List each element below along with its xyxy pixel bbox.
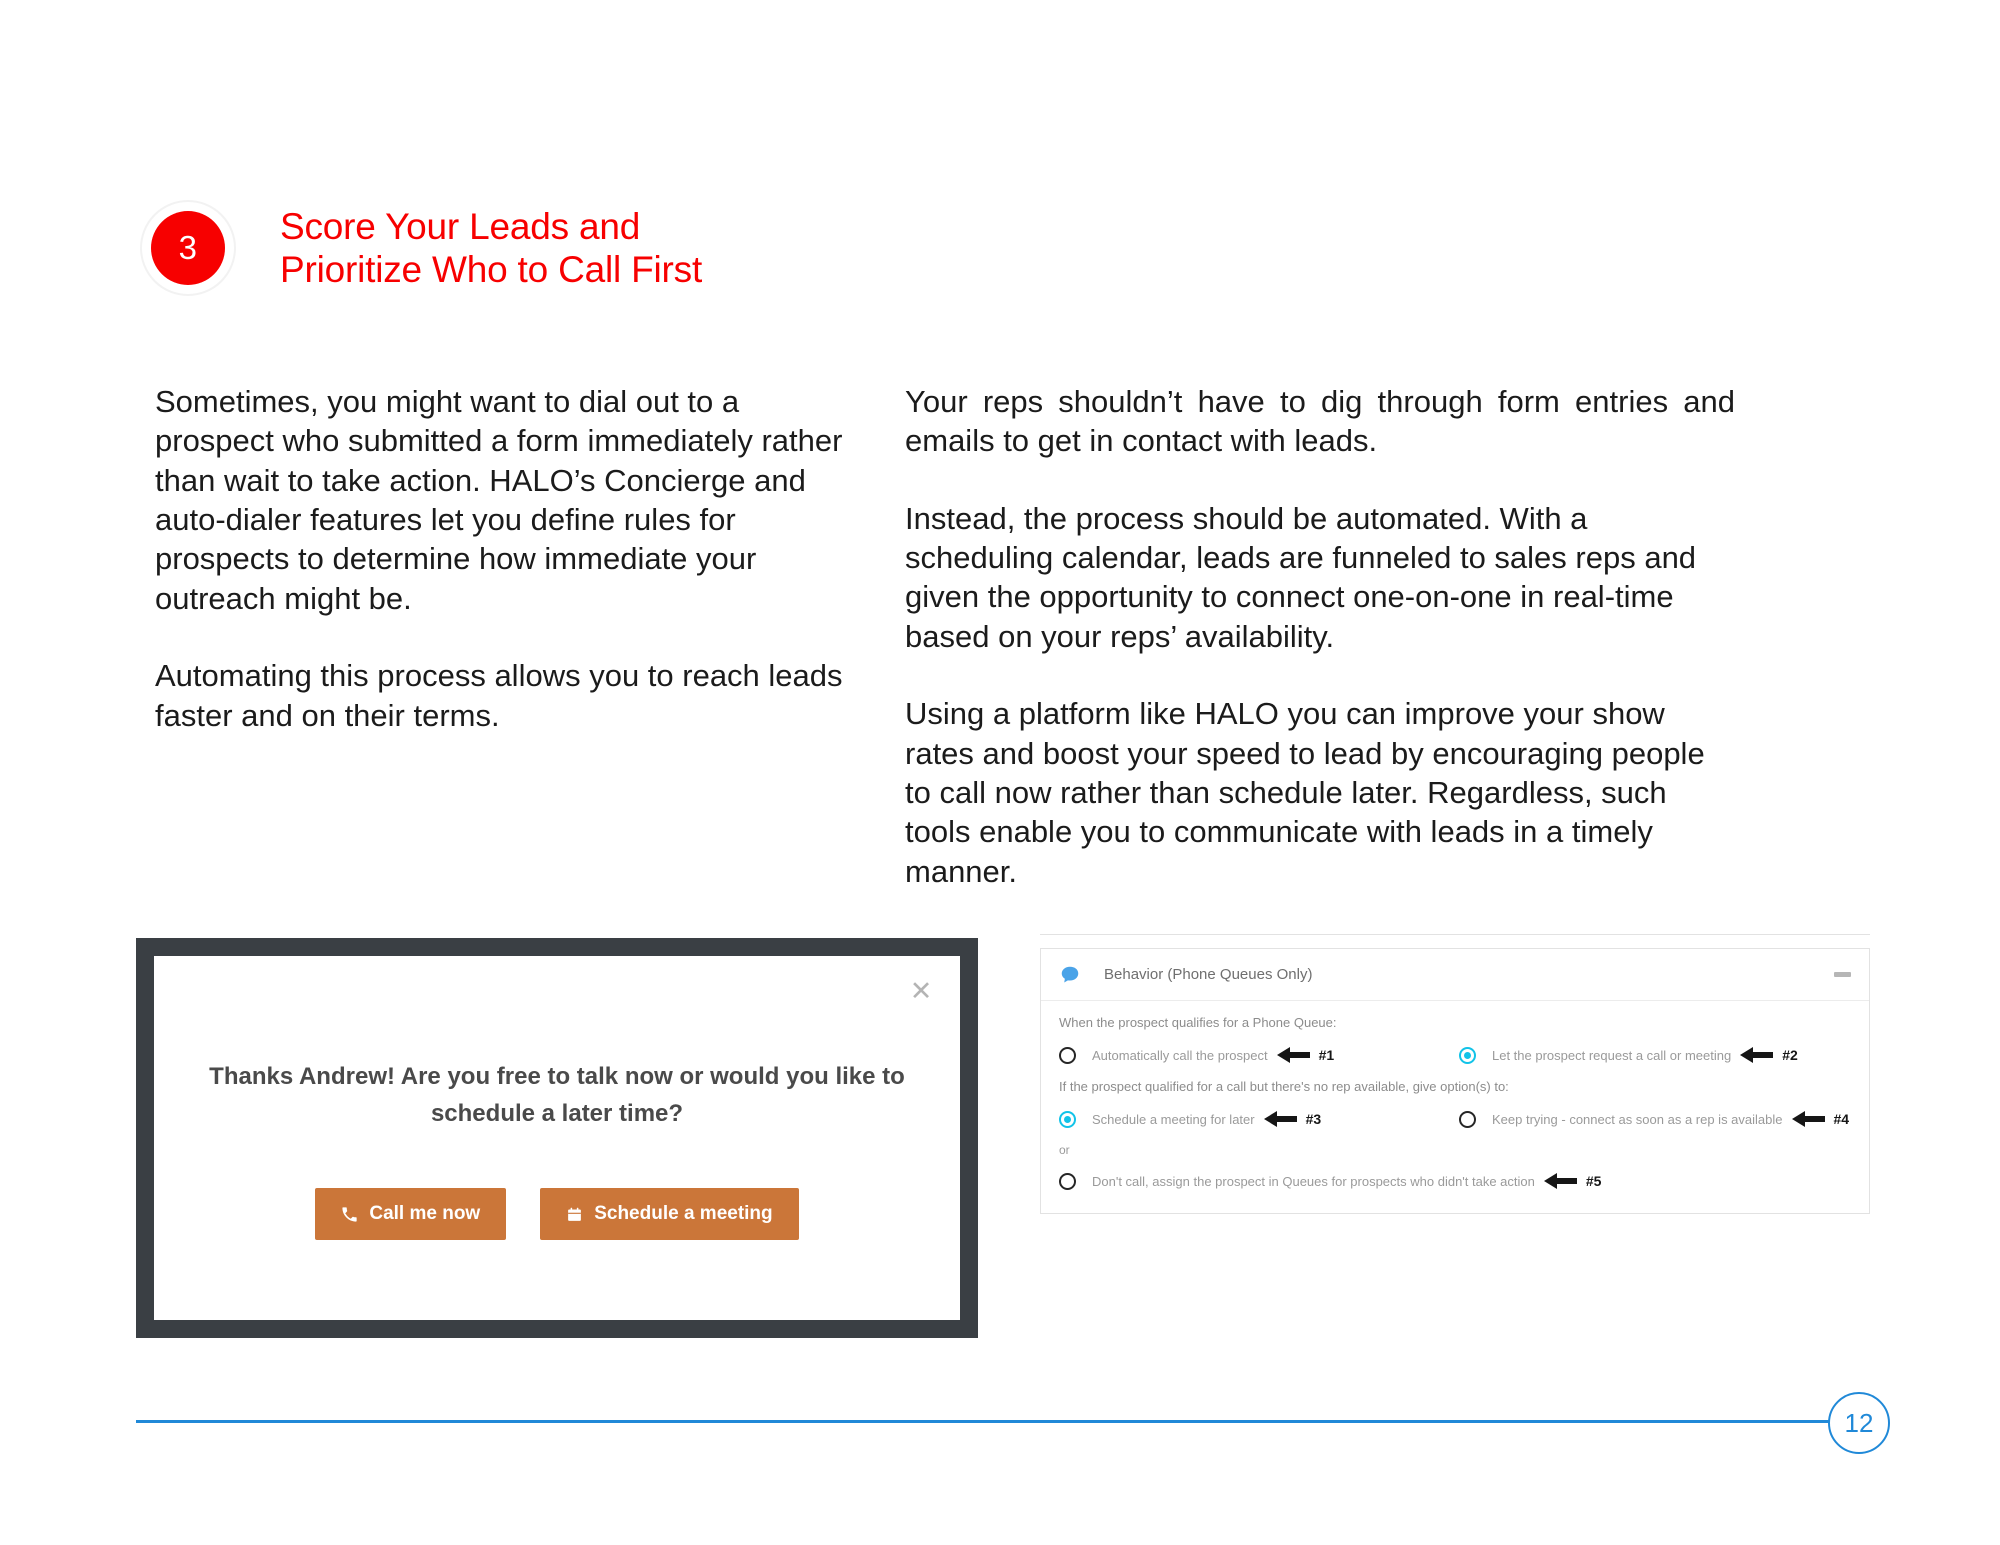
step-badge-ring: 3	[140, 200, 236, 296]
options-row-1: Automatically call the prospect #1 Let t…	[1059, 1045, 1851, 1065]
call-me-now-label: Call me now	[369, 1203, 481, 1224]
option-label: Schedule a meeting for later	[1092, 1111, 1255, 1127]
paragraph: Your reps shouldn’t have to dig through …	[905, 384, 1735, 459]
arrow-left-icon	[1263, 1109, 1298, 1129]
call-me-now-button[interactable]: Call me now	[315, 1188, 507, 1240]
radio-icon[interactable]	[1059, 1046, 1076, 1064]
schedule-a-meeting-button[interactable]: Schedule a meeting	[540, 1188, 799, 1240]
modal-question-text: Thanks Andrew! Are you free to talk now …	[209, 1063, 905, 1128]
panel-divider-above	[1040, 934, 1870, 935]
arrow-left-icon	[1543, 1171, 1578, 1191]
calendar-icon	[566, 1206, 583, 1223]
arrow-left-icon	[1791, 1109, 1826, 1129]
options-row-3: Don't call, assign the prospect in Queue…	[1059, 1171, 1851, 1191]
radio-icon[interactable]	[1059, 1110, 1076, 1128]
schedule-a-meeting-label: Schedule a meeting	[594, 1203, 773, 1224]
panel-title: Behavior (Phone Queues Only)	[1104, 966, 1313, 983]
prompt-qualifies-label: When the prospect qualifies for a Phone …	[1059, 1015, 1337, 1030]
radio-option-automatically-call[interactable]: Automatically call the prospect #1	[1059, 1045, 1459, 1065]
arrow-left-icon	[1276, 1045, 1311, 1065]
behavior-settings-panel: Behavior (Phone Queues Only) When the pr…	[1040, 948, 1870, 1214]
arrow-left-icon	[1740, 1045, 1774, 1065]
radio-option-schedule-meeting-later[interactable]: Schedule a meeting for later #3	[1059, 1109, 1459, 1129]
or-label: or	[1059, 1143, 1070, 1157]
callout-3: #3	[1263, 1109, 1323, 1129]
modal-actions: Call me now Schedule a meeting	[154, 1188, 960, 1240]
step-number-badge: 3	[151, 211, 225, 285]
modal-screenshot-frame: ✕ Thanks Andrew! Are you free to talk no…	[136, 938, 978, 1338]
page-canvas: 3 Score Your Leads and Prioritize Who to…	[0, 0, 2000, 1545]
modal-dialog: ✕ Thanks Andrew! Are you free to talk no…	[154, 956, 960, 1320]
option-label: Automatically call the prospect	[1092, 1047, 1268, 1063]
radio-icon[interactable]	[1459, 1046, 1476, 1064]
option-label: Don't call, assign the prospect in Queue…	[1092, 1173, 1535, 1189]
body-left-column: Sometimes, you might want to dial out to…	[155, 382, 845, 735]
radio-option-dont-call[interactable]: Don't call, assign the prospect in Queue…	[1059, 1171, 1851, 1191]
callout-number: #4	[1832, 1111, 1851, 1127]
page-title: Score Your Leads and Prioritize Who to C…	[280, 205, 703, 290]
footer-rule	[136, 1420, 1831, 1423]
callout-number: #1	[1317, 1047, 1336, 1063]
callout-5: #5	[1543, 1171, 1603, 1191]
callout-number: #2	[1781, 1047, 1799, 1063]
radio-icon[interactable]	[1059, 1172, 1076, 1190]
radio-icon[interactable]	[1459, 1110, 1476, 1128]
prompt-no-rep-label: If the prospect qualified for a call but…	[1059, 1079, 1509, 1094]
phone-icon	[341, 1206, 358, 1223]
paragraph: Automating this process allows you to re…	[155, 658, 843, 733]
option-label: Let the prospect request a call or meeti…	[1492, 1047, 1732, 1063]
options-row-2: Schedule a meeting for later #3 Keep try…	[1059, 1109, 1851, 1129]
paragraph: Instead, the process should be automated…	[905, 500, 1697, 654]
minimize-icon[interactable]	[1834, 972, 1851, 977]
close-icon[interactable]: ✕	[908, 978, 934, 1005]
speech-bubble-icon	[1059, 964, 1081, 986]
callout-number: #3	[1304, 1111, 1323, 1127]
callout-1: #1	[1276, 1045, 1336, 1065]
page-number-badge: 12	[1828, 1392, 1890, 1454]
panel-header: Behavior (Phone Queues Only)	[1041, 949, 1869, 1001]
option-label: Keep trying - connect as soon as a rep i…	[1492, 1111, 1783, 1127]
body-right-column: Your reps shouldn’t have to dig through …	[905, 382, 1735, 891]
paragraph: Sometimes, you might want to dial out to…	[155, 384, 843, 616]
section-header: 3 Score Your Leads and Prioritize Who to…	[140, 200, 702, 296]
radio-option-let-prospect-request[interactable]: Let the prospect request a call or meeti…	[1459, 1045, 1799, 1065]
callout-2: #2	[1740, 1045, 1799, 1065]
callout-number: #5	[1584, 1173, 1603, 1189]
radio-option-keep-trying[interactable]: Keep trying - connect as soon as a rep i…	[1459, 1109, 1851, 1129]
callout-4: #4	[1791, 1109, 1851, 1129]
paragraph: Using a platform like HALO you can impro…	[905, 696, 1705, 889]
panel-body: When the prospect qualifies for a Phone …	[1041, 1001, 1869, 1213]
